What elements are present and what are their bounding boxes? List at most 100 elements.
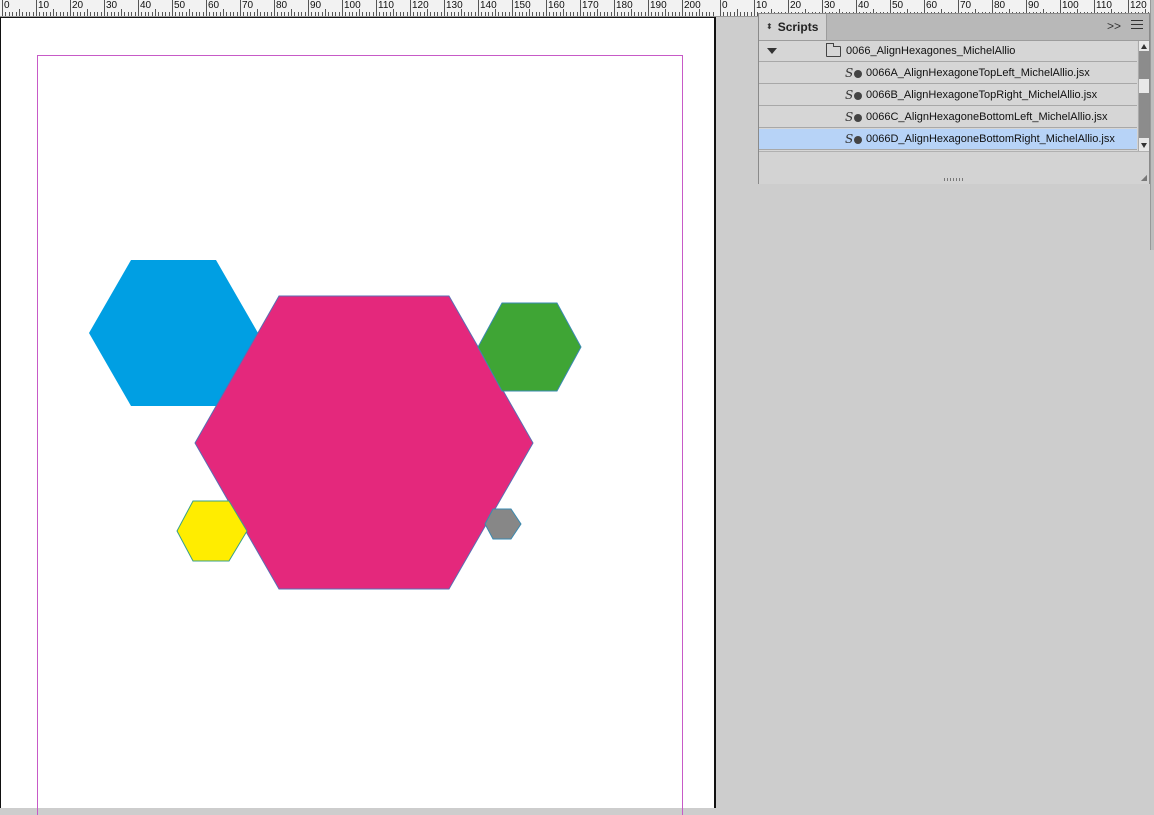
ruler-minor-tick [318,12,320,16]
collapse-panel-button[interactable]: >> [1107,19,1121,33]
ruler-label: 70 [242,0,254,11]
folder-row[interactable]: 0066_AlignHexagones_MichelAllio [759,41,1137,62]
panel-menu-icon[interactable] [1131,20,1143,32]
ruler-minor-tick [396,12,398,16]
scripts-list-scrollbar[interactable] [1138,41,1149,151]
ruler-minor-tick [42,12,44,16]
resize-grip-icon[interactable] [944,178,964,181]
script-icon: S [845,88,862,102]
ruler-minor-tick [158,12,160,16]
window-scrollbar[interactable] [1150,0,1154,250]
scroll-down-icon[interactable] [1141,143,1147,148]
script-row-d[interactable]: S 0066D_AlignHexagoneBottomRight_MichelA… [759,129,1137,150]
ruler-minor-tick [461,9,462,16]
ruler-minor-tick [406,12,408,16]
ruler-minor-tick [712,12,714,16]
script-row-b[interactable]: S 0066B_AlignHexagoneTopRight_MichelAlli… [759,85,1137,106]
ruler-minor-tick [263,12,265,16]
ruler-minor-tick [117,12,119,16]
ruler-minor-tick [583,12,585,16]
ruler-minor-tick [202,12,204,16]
ruler-minor-tick [114,12,116,16]
ruler-minor-tick [685,12,687,16]
ruler-minor-tick [223,9,224,16]
script-label: 0066C_AlignHexagoneBottomLeft_MichelAlli… [866,111,1108,123]
ruler-minor-tick [192,12,194,16]
ruler-label: 110 [378,0,394,11]
ruler-minor-tick [355,12,357,16]
corner-resize-icon[interactable]: ◢ [1141,173,1147,182]
ruler-minor-tick [365,12,367,16]
ruler-minor-tick [631,9,632,16]
hexagon-gray[interactable] [484,508,522,540]
ruler-minor-tick [175,12,177,16]
ruler-minor-tick [90,12,92,16]
ruler-minor-tick [270,12,272,16]
ruler-minor-tick [49,12,51,16]
script-row-c[interactable]: S 0066C_AlignHexagoneBottomLeft_MichelAl… [759,107,1137,128]
ruler-tick [410,0,411,16]
ruler-minor-tick [382,12,384,16]
ruler-tick [614,0,615,16]
ruler-tick [376,0,377,16]
ruler-minor-tick [46,12,48,16]
ruler-minor-tick [66,12,68,16]
ruler-minor-tick [182,12,184,16]
ruler-minor-tick [522,12,524,16]
ruler-label: 90 [310,0,322,11]
ruler-minor-tick [505,12,507,16]
ruler-label: 60 [926,0,938,11]
ruler-minor-tick [678,12,680,16]
ruler-minor-tick [22,12,24,16]
panel-title: Scripts [777,20,819,34]
ruler-minor-tick [301,12,303,16]
ruler-tick [682,0,683,16]
ruler-minor-tick [229,12,231,16]
ruler-minor-tick [699,9,700,16]
ruler-minor-tick [131,12,133,16]
ruler-label: 80 [994,0,1006,11]
ruler-minor-tick [393,9,394,16]
ruler-minor-tick [695,12,697,16]
ruler-label: 60 [208,0,220,11]
ruler-minor-tick [25,12,27,16]
ruler-minor-tick [413,12,415,16]
ruler-minor-tick [216,12,218,16]
ruler-minor-tick [610,12,612,16]
scroll-up-icon[interactable] [1141,44,1147,49]
ruler-minor-tick [665,9,666,16]
ruler-minor-tick [709,12,711,16]
ruler-label: 10 [756,0,768,11]
scroll-thumb[interactable] [1139,93,1149,138]
ruler-tick [444,0,445,16]
ruler-minor-tick [141,12,143,16]
scroll-thumb[interactable] [1139,51,1149,79]
ruler-minor-tick [624,12,626,16]
ruler-minor-tick [525,12,527,16]
ruler-minor-tick [189,9,190,16]
ruler-minor-tick [726,12,728,16]
ruler-minor-tick [671,12,673,16]
ruler-tick [546,0,547,16]
ruler-minor-tick [331,12,333,16]
document-page[interactable] [0,17,716,815]
ruler-minor-tick [518,12,520,16]
ruler-minor-tick [471,12,473,16]
disclosure-triangle-icon[interactable] [767,48,777,54]
ruler-minor-tick [484,12,486,16]
ruler-minor-tick [165,12,167,16]
ruler-minor-tick [539,12,541,16]
ruler-minor-tick [620,12,622,16]
ruler-minor-tick [348,12,350,16]
ruler-minor-tick [508,12,510,16]
ruler-tick [720,0,721,16]
ruler-minor-tick [379,12,381,16]
ruler-tick [478,0,479,16]
ruler-minor-tick [100,12,102,16]
ruler-minor-tick [243,12,245,16]
ruler-minor-tick [535,12,537,16]
ruler-minor-tick [416,12,418,16]
tab-scripts[interactable]: ⬍ Scripts [759,14,827,40]
script-row-a[interactable]: S 0066A_AlignHexagoneTopLeft_MichelAllio… [759,63,1137,84]
ruler-minor-tick [359,9,360,16]
